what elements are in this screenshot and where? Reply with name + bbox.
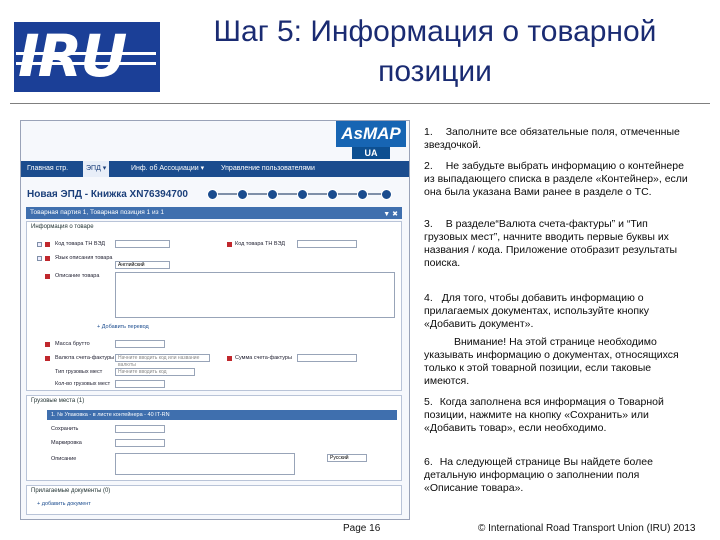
step-dot[interactable]: [297, 189, 308, 200]
document-title: Новая ЭПД - Книжка XN76394700: [27, 189, 188, 200]
instruction-item: 2. Не забудьте выбрать информацию о конт…: [424, 160, 694, 199]
item-bar-icons[interactable]: ▼ ✖: [383, 209, 398, 221]
package-type-input[interactable]: Начните вводить код: [115, 368, 195, 376]
invoice-amount-input[interactable]: [297, 354, 357, 362]
marking-input[interactable]: [115, 439, 165, 447]
package-language-select[interactable]: Русский: [327, 454, 367, 462]
instruction-text: На следующей странице Вы найдете более д…: [424, 456, 653, 494]
instruction-warning: Внимание! На этой странице необходимо ук…: [424, 336, 694, 388]
page-number: Page 16: [343, 523, 381, 534]
documents-section-title: Прилагаемые документы (0): [31, 488, 111, 494]
required-icon: [45, 342, 50, 347]
asmap-logo-bottom: UA: [352, 147, 390, 159]
required-icon: [227, 242, 232, 247]
goods-section-title: Информация о товаре: [31, 224, 94, 230]
expand-icon[interactable]: [37, 256, 42, 261]
app-screenshot: AsMAP UA Главная стр. ЭПД ▾ Инф. об Ассо…: [20, 120, 410, 520]
instruction-number: 3.: [424, 218, 433, 230]
description-label: Описание товара: [55, 273, 100, 279]
required-icon: [45, 356, 50, 361]
step-dot[interactable]: [327, 189, 338, 200]
documents-section: Прилагаемые документы (0) + добавить док…: [26, 485, 402, 515]
instruction-item: 3. В разделе“Валюта счета-фактуры” и “Ти…: [424, 218, 694, 270]
instruction-text: Для того, чтобы добавить информацию о пр…: [424, 292, 649, 330]
instruction-item: 5. Когда заполнена вся информация о Това…: [424, 396, 694, 435]
item-bar: Товарная партия 1, Товарная позиция 1 из…: [26, 207, 402, 219]
step-dot[interactable]: [207, 189, 218, 200]
instruction-number: 4.: [424, 292, 433, 304]
nav-association[interactable]: Инф. об Ассоциации ▾: [131, 161, 204, 177]
language-select[interactable]: Английский: [115, 261, 170, 269]
instruction-number: 1.: [424, 126, 433, 138]
item-bar-label: Товарная партия 1, Товарная позиция 1 из…: [30, 209, 165, 216]
instruction-item: 1. Заполните все обязательные поля, отме…: [424, 126, 694, 152]
asmap-logo: AsMAP UA: [336, 121, 406, 161]
goods-section: Информация о товаре Код товара ТН ВЭД Ко…: [26, 221, 402, 391]
description-textarea[interactable]: [115, 272, 395, 318]
instruction-text: Не забудьте выбрать информацию о контейн…: [424, 160, 688, 198]
container-select[interactable]: [115, 425, 165, 433]
add-document-link[interactable]: + добавить документ: [37, 501, 91, 507]
hs-code-input[interactable]: [115, 240, 170, 248]
container-label: Сохранить: [51, 426, 79, 432]
invoice-currency-input[interactable]: Начните вводить код или название валюты: [115, 354, 210, 368]
package-count-label: Кол-во грузовых мест: [55, 381, 111, 387]
package-description-textarea[interactable]: [115, 453, 295, 475]
package-row-label: 1. № Упаковка - в листе контейнера - 40 …: [51, 412, 170, 418]
app-navbar: Главная стр. ЭПД ▾ Инф. об Ассоциации ▾ …: [21, 161, 409, 177]
hs-code-tnved-input[interactable]: [297, 240, 357, 248]
required-icon: [45, 242, 50, 247]
step-dot[interactable]: [381, 189, 392, 200]
invoice-amount-label: Сумма счета-фактуры: [235, 355, 292, 361]
packages-section: Грузовые места (1) 1. № Упаковка - в лис…: [26, 395, 402, 481]
instruction-number: 5.: [424, 396, 433, 408]
nav-epd[interactable]: ЭПД ▾: [83, 161, 110, 177]
nav-home[interactable]: Главная стр.: [27, 161, 68, 177]
iru-logo: IRU: [14, 22, 160, 92]
required-icon: [45, 274, 50, 279]
packages-section-title: Грузовые места (1): [31, 398, 85, 404]
required-icon: [45, 256, 50, 261]
instruction-number: 2.: [424, 160, 433, 172]
slide-title: Шаг 5: Информация о товарной позиции: [213, 15, 657, 88]
copyright: © International Road Transport Union (IR…: [478, 523, 696, 534]
step-dot[interactable]: [237, 189, 248, 200]
marking-label: Маркировка: [51, 440, 82, 446]
hs-code-tnved-label: Код товара ТН ВЭД: [235, 241, 285, 247]
add-translation-link[interactable]: + Добавить перевод: [97, 324, 149, 330]
package-count-input[interactable]: [115, 380, 165, 388]
instruction-item: 4. Для того, чтобы добавить информацию о…: [424, 292, 694, 331]
instruction-text: Заполните все обязательные поля, отмечен…: [424, 126, 680, 151]
invoice-currency-label: Валюта счета-фактуры: [55, 355, 115, 361]
package-description-label: Описание: [51, 456, 77, 462]
wizard-steps: [201, 179, 401, 207]
language-label: Язык описания товара: [55, 255, 113, 261]
instruction-text: В разделе“Валюта счета-фактуры” и “Тип г…: [424, 218, 678, 269]
step-dot[interactable]: [357, 189, 368, 200]
instruction-text: Когда заполнена вся информация о Товарно…: [424, 396, 664, 434]
instruction-item: 6. На следующей странице Вы найдете боле…: [424, 456, 694, 495]
package-type-label: Тип грузовых мест: [55, 369, 103, 375]
hs-code-label: Код товара ТН ВЭД: [55, 241, 105, 247]
step-dot[interactable]: [267, 189, 278, 200]
instruction-text: Внимание! На этой странице необходимо ук…: [424, 336, 679, 387]
nav-users[interactable]: Управление пользователями: [221, 161, 315, 177]
asmap-logo-top: AsMAP: [336, 121, 406, 147]
iru-logo-text: IRU: [18, 22, 127, 90]
expand-icon[interactable]: [37, 242, 42, 247]
package-row-bar[interactable]: 1. № Упаковка - в листе контейнера - 40 …: [47, 410, 397, 420]
required-icon: [227, 356, 232, 361]
title-divider: [10, 103, 710, 104]
gross-mass-input[interactable]: [115, 340, 165, 348]
gross-mass-label: Масса брутто: [55, 341, 90, 347]
instruction-number: 6.: [424, 456, 433, 468]
